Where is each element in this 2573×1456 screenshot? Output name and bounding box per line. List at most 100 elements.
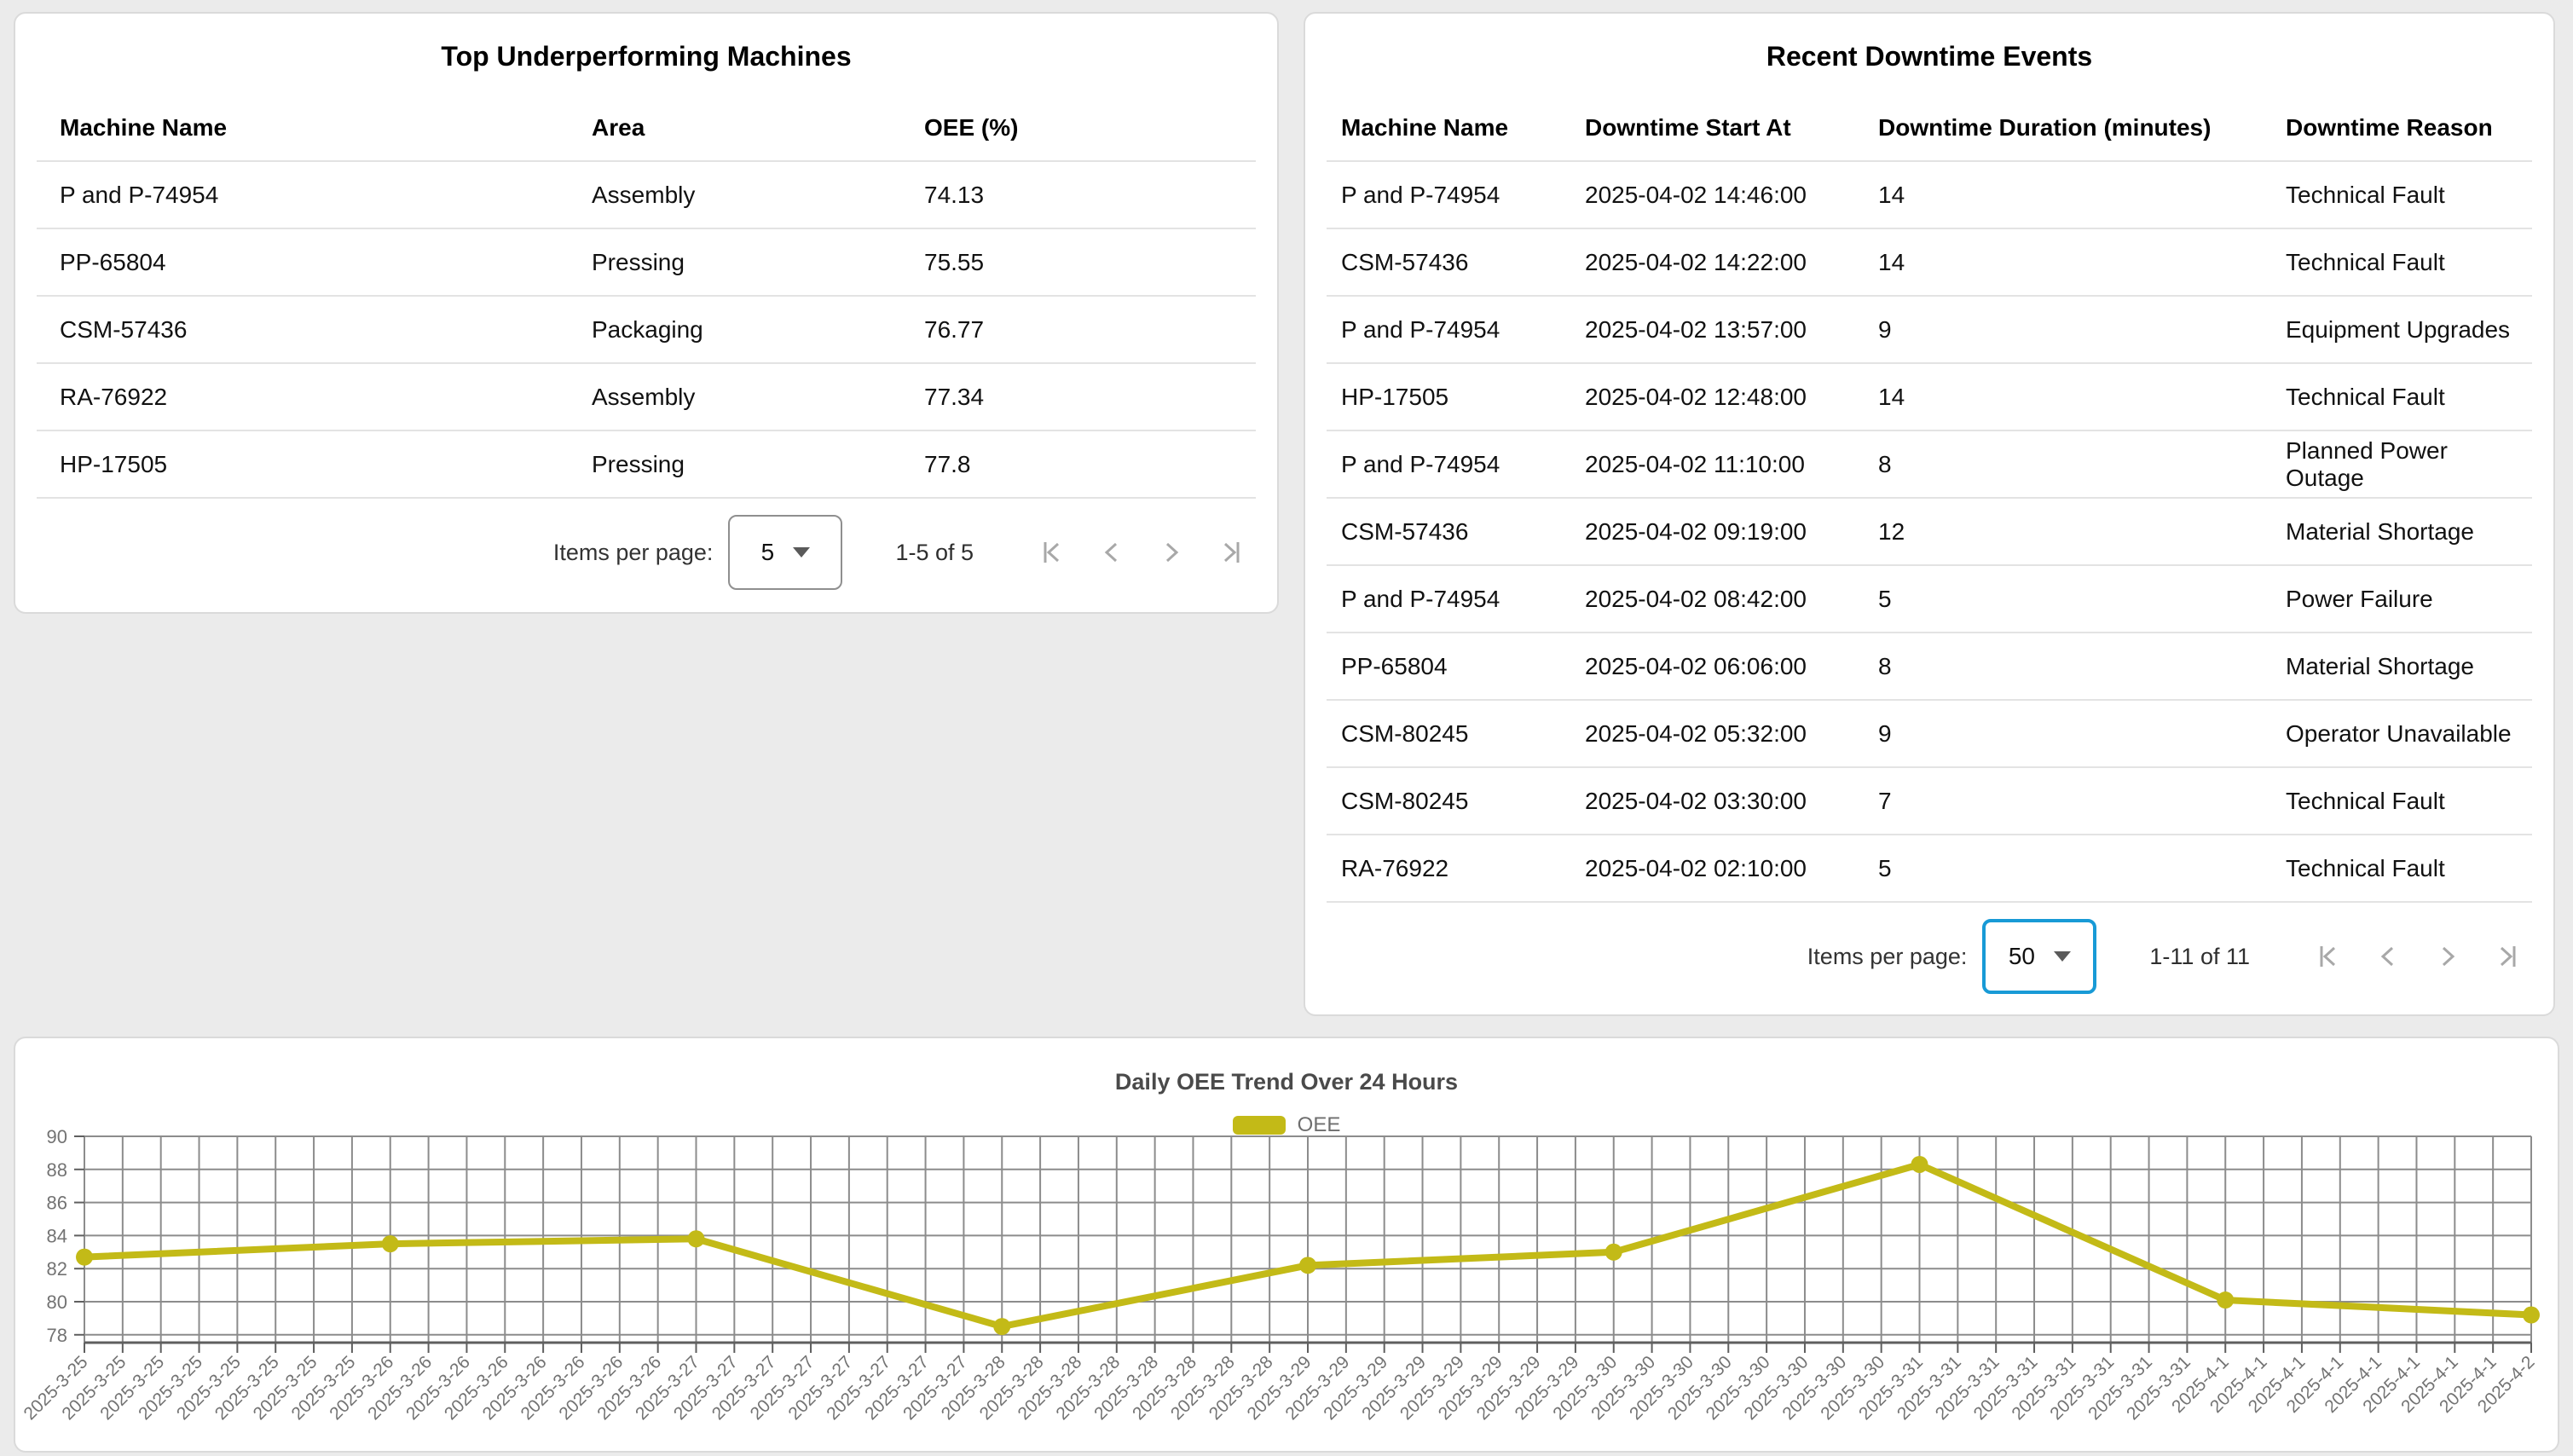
paginator-buttons <box>1035 535 1248 569</box>
cell-reason: Operator Unavailable <box>2286 720 2532 748</box>
cell-oee: 76.77 <box>924 316 1256 344</box>
next-page-button[interactable] <box>1154 535 1188 569</box>
table-body: P and P-74954Assembly74.13PP-65804Pressi… <box>37 162 1256 499</box>
svg-text:84: 84 <box>47 1225 67 1246</box>
cell-machine: PP-65804 <box>37 249 592 276</box>
cell-reason: Material Shortage <box>2286 653 2532 680</box>
cell-duration: 14 <box>1878 384 2286 411</box>
cell-oee: 75.55 <box>924 249 1256 276</box>
svg-text:88: 88 <box>47 1159 67 1181</box>
svg-text:78: 78 <box>47 1325 67 1346</box>
table-body: P and P-749542025-04-02 14:46:0014Techni… <box>1327 162 2532 903</box>
cell-start: 2025-04-02 13:57:00 <box>1585 316 1878 344</box>
oee-trend-chart-card: 2025-3-252025-3-252025-3-252025-3-252025… <box>14 1037 2559 1453</box>
cell-reason: Technical Fault <box>2286 384 2532 411</box>
column-header: Downtime Reason <box>2286 114 2532 142</box>
cell-duration: 9 <box>1878 720 2286 748</box>
cell-oee: 74.13 <box>924 182 1256 209</box>
table-row: P and P-749542025-04-02 14:46:0014Techni… <box>1327 162 2532 229</box>
cell-duration: 8 <box>1878 451 2286 478</box>
legend-swatch-oee <box>1233 1116 1286 1135</box>
cell-duration: 14 <box>1878 182 2286 209</box>
previous-page-button[interactable] <box>2371 939 2405 974</box>
chevron-down-icon <box>793 547 810 558</box>
cell-start: 2025-04-02 09:19:00 <box>1585 518 1878 546</box>
column-header: OEE (%) <box>924 114 1256 142</box>
paginator: Items per page: 50 1-11 of 11 <box>1305 903 2553 1010</box>
table-row: CSM-802452025-04-02 05:32:009Operator Un… <box>1327 701 2532 768</box>
svg-text:86: 86 <box>47 1193 67 1214</box>
cell-reason: Power Failure <box>2286 586 2532 613</box>
chevron-left-icon <box>1096 537 1127 568</box>
first-page-button[interactable] <box>2311 939 2345 974</box>
last-page-button[interactable] <box>2490 939 2524 974</box>
table-row: P and P-749542025-04-02 08:42:005Power F… <box>1327 566 2532 633</box>
cell-machine: P and P-74954 <box>1327 586 1585 613</box>
cell-start: 2025-04-02 14:22:00 <box>1585 249 1878 276</box>
cell-start: 2025-04-02 11:10:00 <box>1585 451 1878 478</box>
cell-machine: P and P-74954 <box>1327 316 1585 344</box>
page-size-value: 50 <box>2009 943 2035 970</box>
column-header: Area <box>592 114 924 142</box>
recent-downtime-events-card: Recent Downtime Events Machine NameDownt… <box>1304 12 2555 1016</box>
last-page-button[interactable] <box>1214 535 1248 569</box>
cell-area: Assembly <box>592 384 924 411</box>
paginator: Items per page: 5 1-5 of 5 <box>15 499 1277 606</box>
underperforming-table: Machine NameAreaOEE (%) P and P-74954Ass… <box>37 70 1256 499</box>
table-row: CSM-802452025-04-02 03:30:007Technical F… <box>1327 768 2532 835</box>
cell-reason: Technical Fault <box>2286 249 2532 276</box>
cell-start: 2025-04-02 08:42:00 <box>1585 586 1878 613</box>
column-header: Machine Name <box>37 114 592 142</box>
table-row: P and P-74954Assembly74.13 <box>37 162 1256 229</box>
chevron-right-icon <box>1156 537 1187 568</box>
column-header: Downtime Duration (minutes) <box>1878 114 2286 142</box>
items-per-page-label: Items per page: <box>1807 944 1968 970</box>
cell-start: 2025-04-02 12:48:00 <box>1585 384 1878 411</box>
top-underperforming-machines-card: Top Underperforming Machines Machine Nam… <box>14 12 1279 614</box>
cell-start: 2025-04-02 06:06:00 <box>1585 653 1878 680</box>
table-row: RA-76922Assembly77.34 <box>37 364 1256 431</box>
table-row: P and P-749542025-04-02 11:10:008Planned… <box>1327 431 2532 499</box>
table-row: CSM-574362025-04-02 09:19:0012Material S… <box>1327 499 2532 566</box>
next-page-button[interactable] <box>2431 939 2465 974</box>
table-row: CSM-57436Packaging76.77 <box>37 297 1256 364</box>
first-page-icon <box>1037 537 1067 568</box>
first-page-button[interactable] <box>1035 535 1069 569</box>
table-row: CSM-574362025-04-02 14:22:0014Technical … <box>1327 229 2532 297</box>
cell-start: 2025-04-02 02:10:00 <box>1585 855 1878 882</box>
oee-trend-chart[interactable]: 2025-3-252025-3-252025-3-252025-3-252025… <box>15 1038 2558 1451</box>
page-range-label: 1-5 of 5 <box>895 540 974 566</box>
cell-machine: PP-65804 <box>1327 653 1585 680</box>
page-range-label: 1-11 of 11 <box>2149 944 2250 970</box>
cell-oee: 77.34 <box>924 384 1256 411</box>
column-header: Downtime Start At <box>1585 114 1878 142</box>
chevron-down-icon <box>2054 951 2071 962</box>
page-size-select[interactable]: 50 <box>1982 919 2096 994</box>
legend-label-oee: OEE <box>1298 1113 1341 1137</box>
page-size-select[interactable]: 5 <box>728 515 842 590</box>
cell-start: 2025-04-02 05:32:00 <box>1585 720 1878 748</box>
cell-machine: RA-76922 <box>1327 855 1585 882</box>
cell-machine: RA-76922 <box>37 384 592 411</box>
cell-machine: HP-17505 <box>1327 384 1585 411</box>
cell-reason: Planned Power Outage <box>2286 437 2532 492</box>
page-size-value: 5 <box>761 539 775 566</box>
cell-duration: 12 <box>1878 518 2286 546</box>
cell-reason: Technical Fault <box>2286 855 2532 882</box>
chart-legend[interactable]: OEE <box>15 1113 2558 1137</box>
cell-machine: P and P-74954 <box>37 182 592 209</box>
cell-duration: 9 <box>1878 316 2286 344</box>
last-page-icon <box>2492 941 2523 972</box>
cell-machine: P and P-74954 <box>1327 451 1585 478</box>
cell-area: Pressing <box>592 451 924 478</box>
table-row: HP-175052025-04-02 12:48:0014Technical F… <box>1327 364 2532 431</box>
cell-machine: P and P-74954 <box>1327 182 1585 209</box>
cell-reason: Technical Fault <box>2286 182 2532 209</box>
paginator-buttons <box>2311 939 2524 974</box>
previous-page-button[interactable] <box>1095 535 1129 569</box>
cell-machine: CSM-57436 <box>1327 249 1585 276</box>
cell-duration: 8 <box>1878 653 2286 680</box>
column-header: Machine Name <box>1327 114 1585 142</box>
cell-reason: Equipment Upgrades <box>2286 316 2532 344</box>
svg-text:82: 82 <box>47 1258 67 1280</box>
